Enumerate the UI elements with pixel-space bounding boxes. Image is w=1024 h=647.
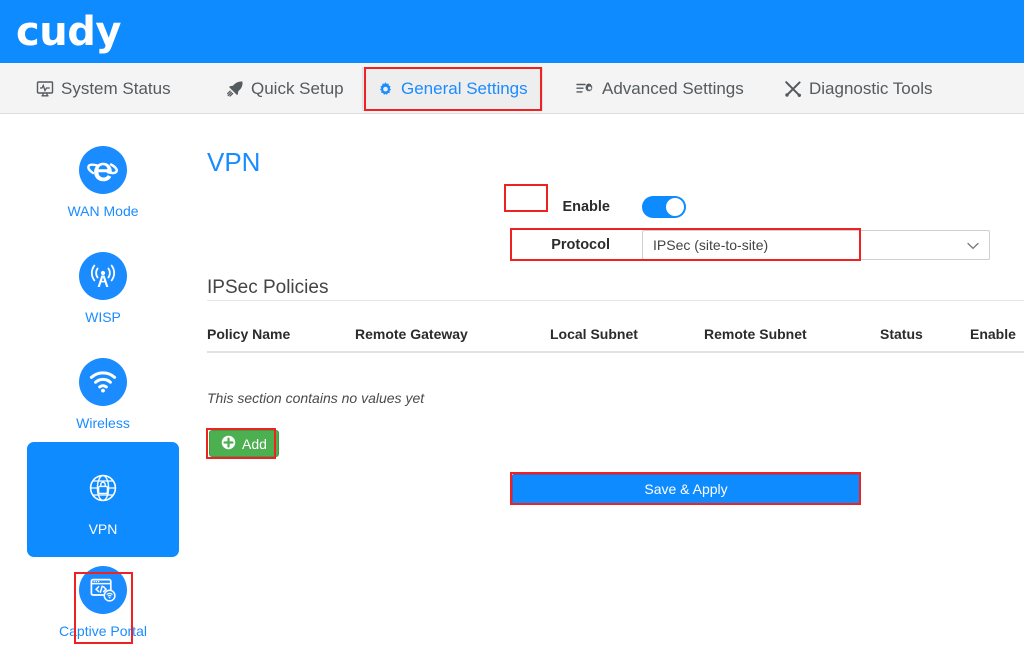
protocol-value: IPSec (site-to-site) [653,237,769,253]
column-header-local-subnet: Local Subnet [550,320,704,353]
globe-lock-icon [79,464,127,512]
section-divider [207,300,1024,301]
sidebar: WAN Mode WISP Wireless VPN Captive Porta… [0,114,190,644]
tab-label: Advanced Settings [602,79,744,98]
sidebar-item-wireless[interactable]: Wireless [27,348,179,439]
tab-label: System Status [61,79,171,98]
sidebar-item-label: Wireless [76,415,130,431]
table-header-row: Policy Name Remote Gateway Local Subnet … [207,320,1024,353]
enable-row: Enable [440,196,686,218]
enable-label: Enable [562,199,610,215]
add-button[interactable]: Add [209,430,279,457]
sidebar-item-captive-portal[interactable]: Captive Portal [27,556,179,647]
column-header-policy-name: Policy Name [207,320,355,353]
column-header-status: Status [880,320,970,353]
empty-table-message: This section contains no values yet [207,390,425,406]
main-content: VPN Enable Protocol IPSec (site-to-site)… [190,114,1024,639]
toggle-knob [666,198,684,216]
tab-advanced-settings[interactable]: Advanced Settings [562,67,758,111]
chevron-down-icon [967,237,979,253]
broadcast-tower-icon [79,252,127,300]
protocol-label: Protocol [551,237,610,253]
column-header-remote-subnet: Remote Subnet [704,320,880,353]
ipsec-policies-table: Policy Name Remote Gateway Local Subnet … [207,320,1024,353]
rocket-icon [226,80,244,98]
sidebar-item-vpn[interactable]: VPN [27,442,179,557]
sidebar-item-label: WISP [85,309,121,325]
tab-label: General Settings [401,79,528,98]
section-title-ipsec-policies: IPSec Policies [207,277,329,298]
internet-explorer-e-icon [79,146,127,194]
page-title: VPN [207,147,261,177]
tab-system-status[interactable]: System Status [22,67,185,111]
monitor-pulse-icon [36,80,54,98]
plus-circle-icon [221,435,236,453]
app-header: cudy [0,0,1024,63]
tab-quick-setup[interactable]: Quick Setup [212,67,358,111]
sidebar-item-label: VPN [88,521,118,537]
wifi-icon [79,358,127,406]
sidebar-item-wan-mode[interactable]: WAN Mode [27,136,179,227]
protocol-select[interactable]: IPSec (site-to-site) [642,230,990,260]
main-nav: System Status Quick Setup General Settin… [0,63,1024,114]
tab-diagnostic-tools[interactable]: Diagnostic Tools [770,67,946,111]
sidebar-item-label: WAN Mode [67,203,139,219]
tools-icon [784,80,802,98]
column-header-enable: Enable [970,320,1024,353]
cudy-logo: cudy [16,9,121,55]
tab-label: Quick Setup [251,79,344,98]
protocol-row: Protocol IPSec (site-to-site) [440,230,990,260]
sliders-gear-icon [576,80,595,98]
column-header-remote-gateway: Remote Gateway [355,320,550,353]
add-button-label: Add [242,435,267,452]
tab-general-settings[interactable]: General Settings [362,67,543,111]
gear-icon [377,81,394,98]
sidebar-item-wisp[interactable]: WISP [27,242,179,333]
enable-toggle[interactable] [642,196,686,218]
tab-label: Diagnostic Tools [809,79,933,98]
sidebar-item-label: Captive Portal [59,623,147,639]
save-apply-button[interactable]: Save & Apply [512,474,860,504]
browser-code-wifi-icon [79,566,127,614]
save-apply-button-label: Save & Apply [644,481,728,497]
